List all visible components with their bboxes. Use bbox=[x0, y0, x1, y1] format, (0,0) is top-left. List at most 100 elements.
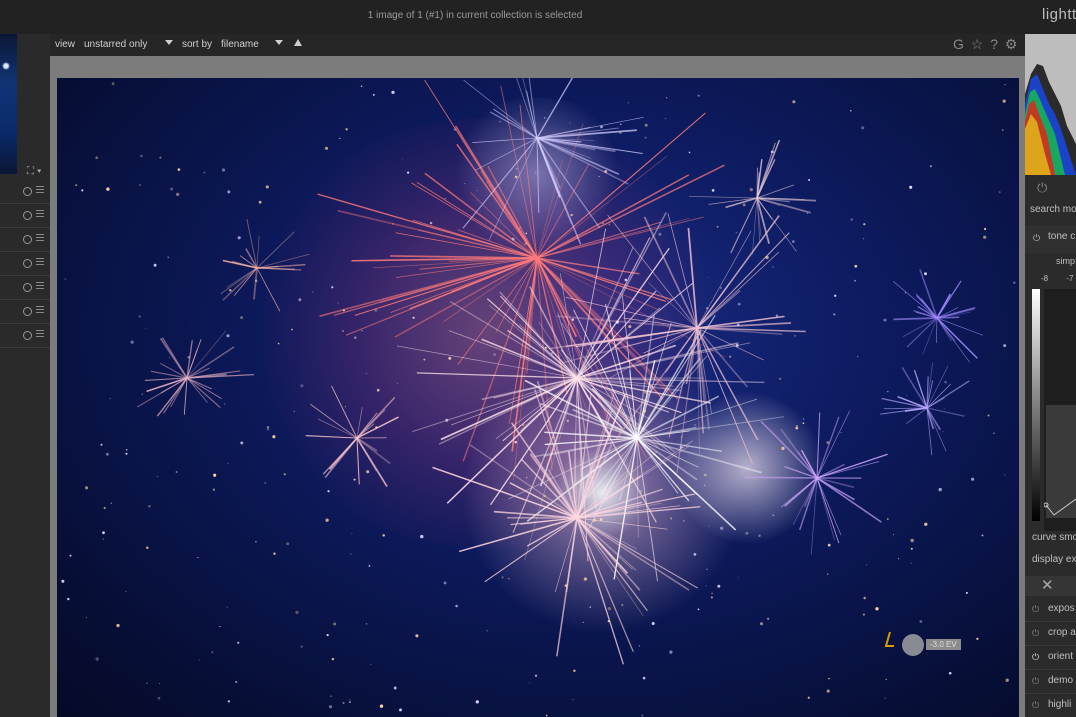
module-row[interactable]: ⏻ crop a bbox=[1025, 622, 1076, 646]
power-icon[interactable]: ⏻ bbox=[1032, 652, 1039, 663]
module-row[interactable]: ⏻ highli bbox=[1025, 694, 1076, 717]
firework-spark bbox=[229, 289, 232, 292]
dropdown-arrow-icon[interactable]: ▾ bbox=[37, 166, 42, 177]
sort-dropdown-icon[interactable] bbox=[275, 40, 283, 45]
fireworks-rays bbox=[61, 78, 1016, 717]
firework-spark bbox=[735, 231, 738, 234]
expand-icon[interactable]: ⛶ bbox=[27, 166, 34, 177]
power-icon[interactable] bbox=[23, 187, 32, 196]
view-filter-select[interactable]: unstarred only bbox=[84, 39, 147, 50]
curve-smoothing-slider[interactable]: curve smo bbox=[1032, 532, 1076, 543]
search-modules-input[interactable]: search mo bbox=[1030, 204, 1076, 215]
g-icon[interactable]: G bbox=[953, 36, 964, 52]
firework-spark bbox=[264, 482, 266, 484]
left-panel: ⛶ ▾ bbox=[0, 34, 50, 717]
curve-mode-select[interactable]: simp bbox=[1056, 256, 1075, 266]
firework-spark bbox=[85, 616, 88, 618]
module-row[interactable]: ⏻ orient bbox=[1025, 646, 1076, 670]
firework-spark bbox=[981, 534, 984, 537]
firework-spark bbox=[794, 335, 796, 337]
left-module-row[interactable] bbox=[0, 180, 50, 204]
firework-spark bbox=[226, 334, 230, 338]
power-icon[interactable]: ⏻ bbox=[1032, 676, 1039, 687]
firework-spark bbox=[370, 663, 372, 665]
module-power-icon[interactable]: ⏻ bbox=[1037, 180, 1047, 196]
firework-spark bbox=[141, 393, 144, 396]
firework-spark bbox=[627, 102, 629, 104]
firework-spark bbox=[572, 699, 574, 701]
sort-direction-icon[interactable] bbox=[294, 39, 302, 46]
firework-ray bbox=[256, 231, 295, 269]
firework-ray bbox=[458, 517, 578, 553]
exposure-knob[interactable] bbox=[902, 634, 924, 656]
sort-select[interactable]: filename bbox=[221, 39, 259, 50]
firework-ray bbox=[472, 137, 538, 143]
firework-spark bbox=[493, 353, 497, 356]
gear-icon[interactable]: ⚙ bbox=[1005, 36, 1018, 52]
power-icon[interactable] bbox=[23, 259, 32, 268]
power-icon[interactable] bbox=[23, 307, 32, 316]
firework-spark bbox=[534, 171, 537, 174]
display-exposure-slider[interactable]: display ex bbox=[1032, 554, 1076, 565]
histogram-graph bbox=[1025, 64, 1076, 175]
firework-spark bbox=[339, 137, 341, 140]
presets-icon[interactable] bbox=[36, 234, 44, 243]
firework-spark bbox=[342, 701, 345, 704]
firework-spark bbox=[198, 659, 200, 661]
firework-spark bbox=[525, 232, 528, 235]
tone-curve-graph[interactable] bbox=[1044, 289, 1076, 531]
power-icon[interactable]: ⏻ bbox=[1033, 233, 1040, 244]
close-icon[interactable]: ✕ bbox=[1041, 576, 1054, 594]
firework-spark bbox=[807, 212, 808, 214]
firework-ray bbox=[432, 466, 578, 519]
left-module-row[interactable] bbox=[0, 300, 50, 324]
firework-ray bbox=[576, 517, 690, 591]
power-icon[interactable]: ⏻ bbox=[1032, 604, 1039, 615]
firework-spark bbox=[636, 427, 639, 430]
left-module-row[interactable] bbox=[0, 324, 50, 348]
histogram[interactable] bbox=[1025, 34, 1076, 175]
firework-ray bbox=[816, 412, 821, 479]
left-module-row[interactable] bbox=[0, 252, 50, 276]
firework-spark bbox=[498, 120, 501, 123]
left-module-row[interactable] bbox=[0, 228, 50, 252]
firework-spark bbox=[429, 221, 433, 225]
firework-spark bbox=[910, 547, 913, 550]
navigation-thumbnail[interactable] bbox=[0, 34, 17, 174]
module-row[interactable]: ⏻ demo bbox=[1025, 670, 1076, 694]
firework-spark bbox=[146, 546, 149, 549]
presets-icon[interactable] bbox=[36, 306, 44, 315]
firework-spark bbox=[742, 203, 746, 207]
firework-spark bbox=[711, 592, 713, 595]
firework-spark bbox=[720, 526, 724, 530]
view-dropdown-icon[interactable] bbox=[165, 40, 173, 45]
presets-icon[interactable] bbox=[36, 186, 44, 195]
firework-spark bbox=[139, 184, 141, 186]
power-icon[interactable] bbox=[23, 211, 32, 220]
power-icon[interactable] bbox=[23, 283, 32, 292]
firework-ray bbox=[913, 369, 928, 409]
firework-spark bbox=[295, 610, 299, 615]
help-icon[interactable]: ? bbox=[990, 36, 998, 52]
gradient-bar bbox=[1032, 289, 1040, 521]
presets-icon[interactable] bbox=[36, 330, 44, 339]
presets-icon[interactable] bbox=[36, 258, 44, 267]
presets-icon[interactable] bbox=[36, 282, 44, 291]
power-icon[interactable] bbox=[23, 235, 32, 244]
power-icon[interactable] bbox=[23, 331, 32, 340]
module-row[interactable]: ⏻ expos bbox=[1025, 598, 1076, 622]
power-icon[interactable]: ⏻ bbox=[1032, 628, 1039, 639]
tone-curve-header[interactable]: ⏻ tone c bbox=[1025, 225, 1076, 253]
left-module-row[interactable] bbox=[0, 204, 50, 228]
firework-ray bbox=[322, 437, 358, 475]
photo-canvas[interactable]: -3.0 EV bbox=[57, 78, 1019, 717]
presets-icon[interactable] bbox=[36, 210, 44, 219]
star-icon[interactable]: ☆ bbox=[971, 36, 984, 52]
firework-spark bbox=[703, 473, 707, 477]
firework-spark bbox=[219, 626, 221, 628]
left-module-row[interactable] bbox=[0, 276, 50, 300]
firework-spark bbox=[826, 689, 830, 693]
firework-spark bbox=[854, 279, 857, 282]
firework-spark bbox=[341, 330, 344, 333]
power-icon[interactable]: ⏻ bbox=[1032, 700, 1039, 711]
